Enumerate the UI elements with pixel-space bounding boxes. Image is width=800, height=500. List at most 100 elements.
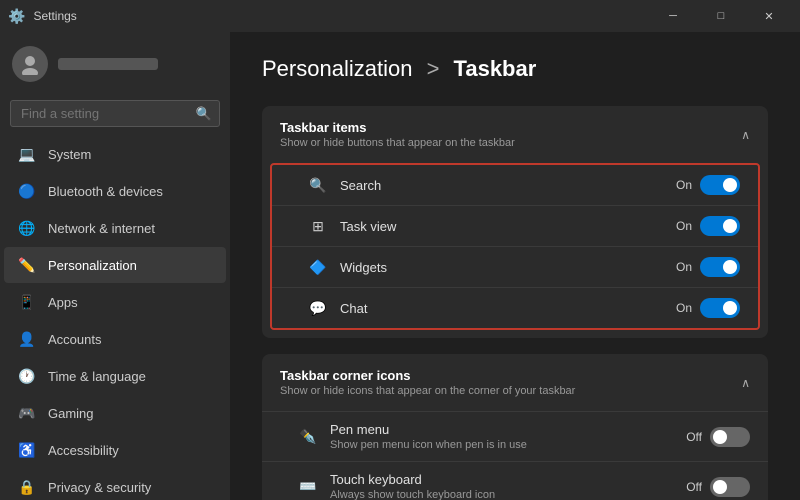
sidebar-item-time[interactable]: 🕐 Time & language	[4, 358, 226, 394]
setting-right-widgets: On	[676, 257, 740, 277]
titlebar-title: Settings	[33, 9, 76, 23]
setting-right-pen-menu: Off	[686, 427, 750, 447]
sidebar-item-accounts[interactable]: 👤 Accounts	[4, 321, 226, 357]
section-title: Taskbar items	[280, 120, 515, 135]
sidebar-label-gaming: Gaming	[48, 406, 94, 421]
search-box[interactable]: 🔍	[10, 100, 220, 127]
highlighted-toggles-section: 🔍 Search On ⊞ Task view	[270, 163, 760, 330]
toggle-label-widgets: On	[676, 260, 692, 274]
setting-text: Pen menu Show pen menu icon when pen is …	[330, 422, 527, 451]
pen-menu-icon: ✒️	[298, 427, 318, 447]
setting-sublabel: Show pen menu icon when pen is in use	[330, 439, 527, 451]
section-taskbar-items: Taskbar items Show or hide buttons that …	[262, 106, 768, 338]
settings-icon: ⚙️	[8, 8, 25, 25]
sidebar-item-personalization[interactable]: ✏️ Personalization	[4, 247, 226, 283]
toggle-label-pen-menu: Off	[686, 430, 702, 444]
system-icon: 💻	[18, 145, 36, 163]
search-input[interactable]	[10, 100, 220, 127]
setting-row-left: 💬 Chat	[308, 298, 367, 318]
setting-row-left: 🔍 Search	[308, 175, 381, 195]
accounts-icon: 👤	[18, 330, 36, 348]
avatar	[12, 46, 48, 82]
toggle-touch-keyboard[interactable]	[710, 477, 750, 497]
nav-list: 💻 System 🔵 Bluetooth & devices 🌐 Network…	[0, 135, 230, 500]
bluetooth-icon: 🔵	[18, 182, 36, 200]
section-taskbar-corner-icons: Taskbar corner icons Show or hide icons …	[262, 354, 768, 500]
items-section-taskbar-corner-icons: ✒️ Pen menu Show pen menu icon when pen …	[262, 411, 768, 500]
sidebar-label-bluetooth: Bluetooth & devices	[48, 184, 163, 199]
setting-label-touch-keyboard: Touch keyboard	[330, 472, 495, 487]
sidebar-label-accounts: Accounts	[48, 332, 101, 347]
maximize-button[interactable]: □	[698, 0, 744, 32]
setting-row-left: ✒️ Pen menu Show pen menu icon when pen …	[298, 422, 527, 451]
sidebar-item-apps[interactable]: 📱 Apps	[4, 284, 226, 320]
section-subtitle: Show or hide buttons that appear on the …	[280, 137, 515, 149]
setting-label-search: Search	[340, 178, 381, 193]
sidebar-item-gaming[interactable]: 🎮 Gaming	[4, 395, 226, 431]
setting-label-pen-menu: Pen menu	[330, 422, 527, 437]
toggle-chat[interactable]	[700, 298, 740, 318]
setting-row-touch-keyboard: ⌨️ Touch keyboard Always show touch keyb…	[262, 461, 768, 500]
sidebar-item-accessibility[interactable]: ♿ Accessibility	[4, 432, 226, 468]
section-header-taskbar-corner-icons[interactable]: Taskbar corner icons Show or hide icons …	[262, 354, 768, 411]
section-title: Taskbar corner icons	[280, 368, 575, 383]
search-icon: 🔍	[308, 175, 328, 195]
sidebar-label-time: Time & language	[48, 369, 146, 384]
toggle-widgets[interactable]	[700, 257, 740, 277]
touch-keyboard-icon: ⌨️	[298, 477, 318, 497]
setting-text: Chat	[340, 301, 367, 316]
apps-icon: 📱	[18, 293, 36, 311]
page-header: Personalization > Taskbar	[262, 56, 768, 82]
section-subtitle: Show or hide icons that appear on the co…	[280, 385, 575, 397]
profile-name-placeholder	[58, 58, 158, 70]
setting-label-chat: Chat	[340, 301, 367, 316]
toggle-search[interactable]	[700, 175, 740, 195]
titlebar: ⚙️ Settings ─ □ ✕	[0, 0, 800, 32]
privacy-icon: 🔒	[18, 478, 36, 496]
setting-label-task-view: Task view	[340, 219, 396, 234]
setting-row-search: 🔍 Search On	[272, 165, 758, 205]
content-area: Personalization > Taskbar Taskbar items …	[230, 32, 800, 500]
titlebar-controls: ─ □ ✕	[650, 0, 792, 32]
chevron-icon: ∧	[741, 128, 750, 142]
setting-label-widgets: Widgets	[340, 260, 387, 275]
titlebar-left: ⚙️ Settings	[8, 8, 77, 25]
sidebar-item-bluetooth[interactable]: 🔵 Bluetooth & devices	[4, 173, 226, 209]
toggle-label-touch-keyboard: Off	[686, 480, 702, 494]
breadcrumb-parent[interactable]: Personalization	[262, 56, 412, 81]
sidebar-item-system[interactable]: 💻 System	[4, 136, 226, 172]
sidebar-item-network[interactable]: 🌐 Network & internet	[4, 210, 226, 246]
toggle-task-view[interactable]	[700, 216, 740, 236]
setting-row-task-view: ⊞ Task view On	[272, 205, 758, 246]
toggle-label-task-view: On	[676, 219, 692, 233]
sidebar-item-privacy[interactable]: 🔒 Privacy & security	[4, 469, 226, 500]
sidebar-label-privacy: Privacy & security	[48, 480, 151, 495]
toggle-thumb-touch-keyboard	[713, 480, 727, 494]
setting-row-widgets: 🔷 Widgets On	[272, 246, 758, 287]
time-icon: 🕐	[18, 367, 36, 385]
toggle-thumb-task-view	[723, 219, 737, 233]
toggle-thumb-widgets	[723, 260, 737, 274]
toggle-thumb-search	[723, 178, 737, 192]
search-icon: 🔍	[196, 106, 212, 122]
section-title-wrap: Taskbar items Show or hide buttons that …	[280, 120, 515, 149]
setting-right-task-view: On	[676, 216, 740, 236]
setting-sublabel: Always show touch keyboard icon	[330, 489, 495, 500]
section-title-wrap: Taskbar corner icons Show or hide icons …	[280, 368, 575, 397]
setting-row-left: ⊞ Task view	[308, 216, 396, 236]
close-button[interactable]: ✕	[746, 0, 792, 32]
toggle-thumb-chat	[723, 301, 737, 315]
breadcrumb-separator: >	[427, 56, 440, 81]
setting-row-left: 🔷 Widgets	[308, 257, 387, 277]
toggle-label-chat: On	[676, 301, 692, 315]
setting-right-chat: On	[676, 298, 740, 318]
toggle-pen-menu[interactable]	[710, 427, 750, 447]
toggle-label-search: On	[676, 178, 692, 192]
setting-text: Touch keyboard Always show touch keyboar…	[330, 472, 495, 500]
setting-row-left: ⌨️ Touch keyboard Always show touch keyb…	[298, 472, 495, 500]
section-header-taskbar-items[interactable]: Taskbar items Show or hide buttons that …	[262, 106, 768, 163]
minimize-button[interactable]: ─	[650, 0, 696, 32]
sidebar-label-system: System	[48, 147, 91, 162]
setting-text: Task view	[340, 219, 396, 234]
sidebar-label-accessibility: Accessibility	[48, 443, 119, 458]
